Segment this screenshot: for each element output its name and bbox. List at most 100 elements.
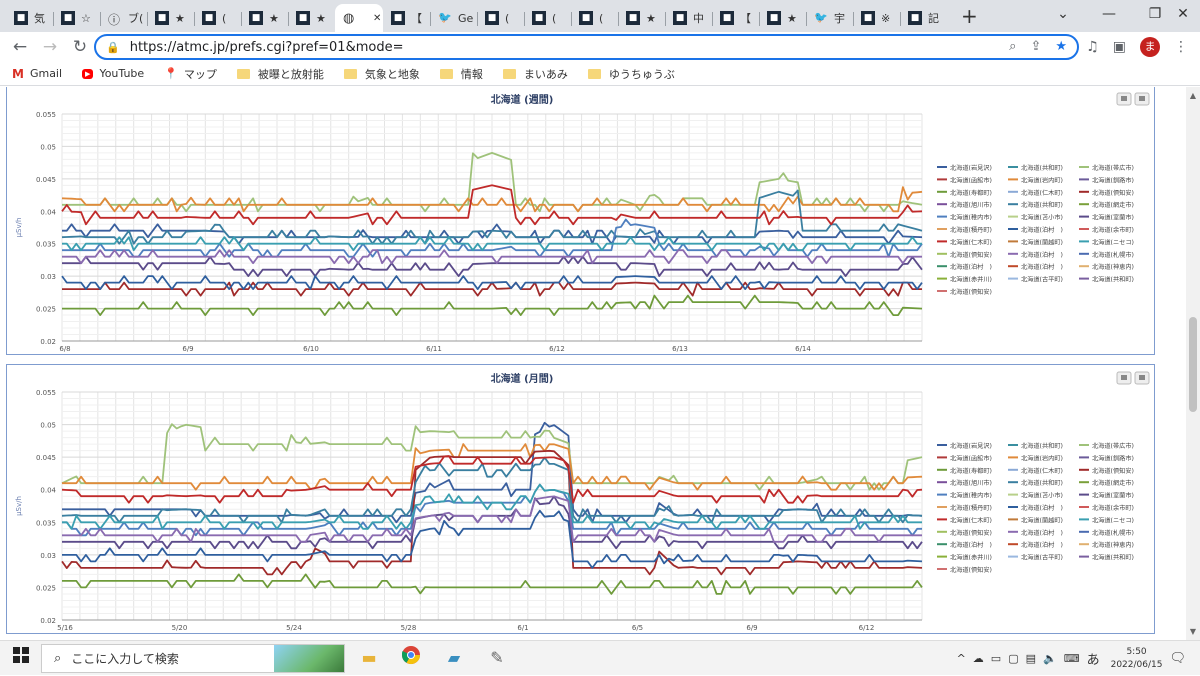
forward-arrow-icon[interactable]: → xyxy=(36,37,64,57)
media-control-icon[interactable]: ♫ xyxy=(1086,39,1099,55)
legend-label[interactable]: 北海道(室蘭市) xyxy=(1092,492,1134,500)
legend-label[interactable]: 北海道(釧路市) xyxy=(1092,176,1134,184)
share-icon[interactable]: ⇪ xyxy=(1030,39,1041,54)
bookmark-item[interactable]: 情報 xyxy=(439,66,483,82)
legend-label[interactable]: 北海道(苫小市) xyxy=(1021,492,1063,500)
legend-label[interactable]: 北海道(旭川市) xyxy=(950,479,992,487)
legend-label[interactable]: 北海道(共和町) xyxy=(1092,276,1134,284)
bookmark-item[interactable]: まいあみ xyxy=(502,66,568,82)
legend-label[interactable]: 北海道(泊村 ) xyxy=(1021,251,1063,259)
browser-tab[interactable]: ■ ★ xyxy=(618,4,665,32)
reload-icon[interactable]: ↻ xyxy=(66,37,94,57)
legend-label[interactable]: 北海道(余市町) xyxy=(1092,226,1134,234)
legend-label[interactable]: 北海道(仁木町) xyxy=(1021,467,1063,475)
legend-label[interactable]: 北海道(古平町) xyxy=(1021,554,1063,562)
legend-label[interactable]: 北海道(倶知安) xyxy=(950,529,992,537)
windows-start-icon[interactable] xyxy=(8,645,34,671)
browser-tab[interactable]: ■ ※ xyxy=(853,4,900,32)
tray-cloud-icon[interactable]: ☁ xyxy=(973,652,984,665)
download-icon[interactable] xyxy=(1134,92,1150,106)
new-tab-plus-icon[interactable]: + xyxy=(961,2,978,30)
tray-volume-icon[interactable]: 🔈 xyxy=(1043,652,1057,665)
bookmark-item[interactable]: 被曝と放射能 xyxy=(236,66,324,82)
clock[interactable]: 5:50 2022/06/15 xyxy=(1111,646,1163,672)
browser-tab[interactable]: 🐦 宇 xyxy=(806,4,853,32)
browser-tab[interactable]: ■ 【 xyxy=(712,4,759,32)
browser-tab[interactable]: ■ 記 xyxy=(900,4,947,32)
minimize-button[interactable]: — xyxy=(1086,0,1132,30)
bookmark-item[interactable]: 気象と地象 xyxy=(343,66,420,82)
legend-label[interactable]: 北海道(神恵内) xyxy=(1092,263,1134,271)
browser-tab[interactable]: ◍ ✕ xyxy=(335,4,383,32)
legend-label[interactable]: 北海道(稚内市) xyxy=(950,214,992,222)
legend-label[interactable]: 北海道(仁木町) xyxy=(950,516,992,524)
legend-label[interactable]: 北海道(倶知安) xyxy=(950,288,992,296)
legend-label[interactable]: 北海道(仁木町) xyxy=(950,238,992,246)
legend-label[interactable]: 北海道(寿都町) xyxy=(950,189,992,197)
browser-tab[interactable]: ■ ★ xyxy=(241,4,288,32)
legend-label[interactable]: 北海道(網走市) xyxy=(1092,201,1134,209)
print-icon[interactable] xyxy=(1116,371,1132,385)
legend-label[interactable]: 北海道(泊村 ) xyxy=(950,541,992,549)
tray-network-icon[interactable]: ▤ xyxy=(1026,652,1036,665)
tab-close-icon[interactable]: ✕ xyxy=(373,13,381,24)
legend-label[interactable]: 北海道(蘭越町) xyxy=(1021,516,1063,524)
bookmark-item[interactable]: ゆうちゅうぶ xyxy=(587,66,675,82)
file-explorer-icon[interactable]: ▬ xyxy=(356,645,382,671)
legend-label[interactable]: 北海道(帯広市) xyxy=(1092,164,1134,172)
browser-tab[interactable]: ■( xyxy=(524,4,571,32)
bookmark-star-icon[interactable]: ★ xyxy=(1055,39,1067,54)
notification-icon[interactable]: 🗨 xyxy=(1169,651,1186,666)
browser-tab[interactable]: ■ ★ xyxy=(288,4,335,32)
legend-label[interactable]: 北海道(泊村 ) xyxy=(1021,541,1063,549)
legend-label[interactable]: 北海道(共和町) xyxy=(1021,164,1063,172)
legend-label[interactable]: 北海道(倶知安) xyxy=(1092,467,1134,475)
bookmark-item[interactable]: M Gmail xyxy=(12,67,62,81)
back-arrow-icon[interactable]: ← xyxy=(6,37,34,57)
browser-tab[interactable]: 🐦 Ge xyxy=(430,4,477,32)
bookmark-item[interactable]: 📍 マップ xyxy=(164,66,217,82)
legend-label[interactable]: 北海道(旭川市) xyxy=(950,201,992,209)
side-panel-icon[interactable]: ▣ xyxy=(1113,39,1126,55)
browser-tab[interactable]: ■ ☆ xyxy=(53,4,100,32)
tray-display-icon[interactable]: ▢ xyxy=(1008,652,1018,665)
bookmark-item[interactable]: ▶ YouTube xyxy=(82,67,144,80)
legend-label[interactable]: 北海道(岩見沢) xyxy=(950,442,992,450)
legend-label[interactable]: 北海道(岩内町) xyxy=(1021,176,1063,184)
taskbar-search-box[interactable]: ⌕ ここに入力して検索 xyxy=(41,644,345,673)
legend-label[interactable]: 北海道(積丹町) xyxy=(950,226,992,234)
legend-label[interactable]: 北海道(札幌市) xyxy=(1092,251,1134,259)
legend-label[interactable]: 北海道(倶知安) xyxy=(950,566,992,574)
browser-tab[interactable]: ■( xyxy=(194,4,241,32)
legend-label[interactable]: 北海道(函館市) xyxy=(950,176,992,184)
download-icon[interactable] xyxy=(1134,371,1150,385)
legend-label[interactable]: 北海道(倶知安) xyxy=(1092,189,1134,197)
browser-tab[interactable]: ■( xyxy=(571,4,618,32)
ime-indicator[interactable]: あ xyxy=(1087,649,1100,668)
scroll-thumb[interactable] xyxy=(1189,317,1197,412)
scroll-up-icon[interactable]: ▲ xyxy=(1186,91,1200,100)
print-icon[interactable] xyxy=(1116,92,1132,106)
legend-label[interactable]: 北海道(古平町) xyxy=(1021,276,1063,284)
legend-label[interactable]: 北海道(寿都町) xyxy=(950,467,992,475)
tray-keyboard-icon[interactable]: ⌨ xyxy=(1064,652,1080,665)
legend-label[interactable]: 北海道(函館市) xyxy=(950,454,992,462)
tray-battery-icon[interactable]: ▭ xyxy=(991,652,1001,665)
legend-label[interactable]: 北海道(仁木町) xyxy=(1021,189,1063,197)
legend-label[interactable]: 北海道(稚内市) xyxy=(950,492,992,500)
legend-label[interactable]: 北海道(泊村 ) xyxy=(1021,263,1063,271)
legend-label[interactable]: 北海道(帯広市) xyxy=(1092,442,1134,450)
browser-tab[interactable]: ■ 気 xyxy=(6,4,53,32)
tab-search-chevron-icon[interactable]: ⌄ xyxy=(1040,0,1086,30)
legend-label[interactable]: 北海道(苫小市) xyxy=(1021,214,1063,222)
legend-label[interactable]: 北海道(ニセコ) xyxy=(1092,238,1134,246)
legend-label[interactable]: 北海道(室蘭市) xyxy=(1092,214,1134,222)
legend-label[interactable]: 北海道(泊村 ) xyxy=(1021,226,1063,234)
page-scrollbar[interactable]: ▲ ▼ xyxy=(1186,87,1200,640)
scroll-down-icon[interactable]: ▼ xyxy=(1186,627,1200,636)
legend-label[interactable]: 北海道(赤井川) xyxy=(950,554,992,562)
browser-tab[interactable]: ⓘ ブ( xyxy=(100,4,147,32)
browser-tab[interactable]: ■ ★ xyxy=(147,4,194,32)
browser-tab[interactable]: ■ 【 xyxy=(383,4,430,32)
browser-tab[interactable]: ■( xyxy=(477,4,524,32)
